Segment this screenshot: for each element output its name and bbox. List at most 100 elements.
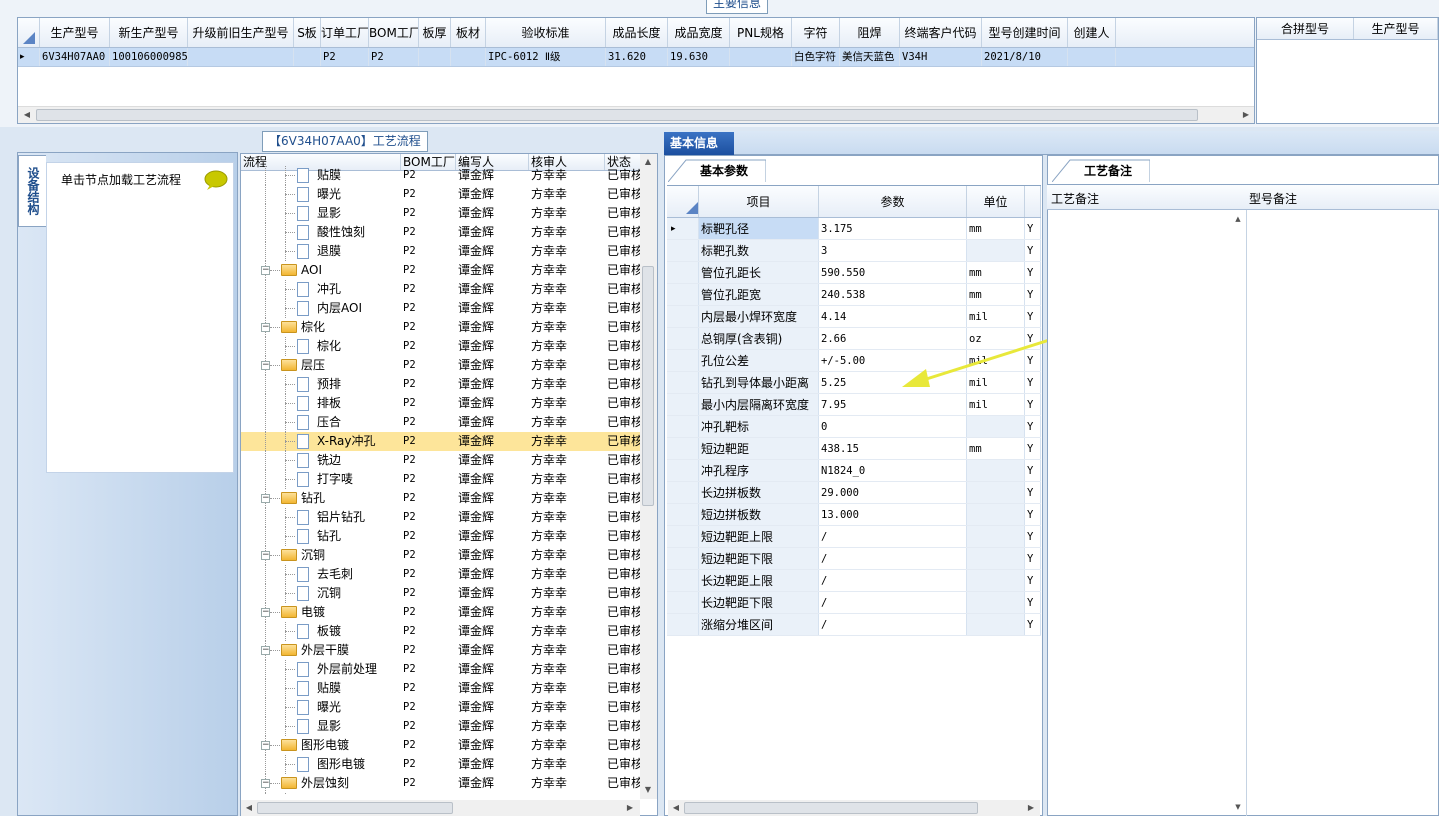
scroll-thumb[interactable] [36,109,1198,121]
param-flag-cell[interactable]: Y [1025,460,1041,481]
table-cell[interactable]: 2021/8/10 [982,48,1068,66]
scroll-thumb[interactable] [684,802,978,814]
param-row[interactable]: 最小内层隔离环宽度 7.95 mil Y [667,394,1041,416]
scroll-down-icon[interactable]: ▼ [1231,800,1245,814]
tree-node[interactable]: − 图形电镀 [241,736,401,755]
param-unit-cell[interactable]: mil [967,394,1025,415]
column-header[interactable]: 板厚 [419,18,451,47]
param-value-cell[interactable]: / [819,548,967,569]
tree-node[interactable]: 压合 [241,413,401,432]
param-row[interactable]: 管位孔距长 590.550 mm Y [667,262,1041,284]
param-row[interactable]: 长边靶距上限 / Y [667,570,1041,592]
tree-node[interactable]: 显影 [241,717,401,736]
collapse-icon[interactable]: − [261,323,270,332]
param-value-cell[interactable]: 3.175 [819,218,967,239]
tree-item-row[interactable]: 棕化 P2 谭金辉 方幸幸 已审核 [241,337,643,356]
tree-item-row[interactable]: 退膜 P2 谭金辉 方幸幸 已审核 [241,242,643,261]
table-cell[interactable]: 19.630 [668,48,730,66]
param-unit-cell[interactable] [967,416,1025,437]
tree-folder-row[interactable]: − 外层干膜 P2 谭金辉 方幸幸 已审核 [241,641,643,660]
table-cell[interactable]: 白色字符 [792,48,840,66]
table-cell[interactable] [1068,48,1116,66]
table-cell[interactable]: IPC-6012 Ⅱ级 [486,48,606,66]
param-row[interactable]: 长边靶距下限 / Y [667,592,1041,614]
param-unit-cell[interactable] [967,614,1025,635]
table-cell[interactable] [730,48,792,66]
tree-node[interactable]: 贴膜 [241,166,401,185]
param-flag-cell[interactable]: Y [1025,482,1041,503]
scroll-up-icon[interactable]: ▲ [1231,212,1245,226]
column-header[interactable]: 升级前旧生产型号 [188,18,294,47]
param-value-cell[interactable]: / [819,592,967,613]
table-cell[interactable]: 31.620 [606,48,668,66]
scroll-right-icon[interactable]: ▶ [1024,801,1038,815]
scroll-left-icon[interactable]: ◀ [242,801,256,815]
collapse-icon[interactable]: − [261,779,270,788]
param-value-cell[interactable]: N1824_0 [819,460,967,481]
tree-node[interactable]: − 外层蚀刻 [241,774,401,793]
table-cell[interactable]: P2 [321,48,369,66]
tree-item-row[interactable]: 显影 P2 谭金辉 方幸幸 已审核 [241,717,643,736]
tree-item-row[interactable]: 铝片钻孔 P2 谭金辉 方幸幸 已审核 [241,508,643,527]
tree-node[interactable]: − 外层干膜 [241,641,401,660]
tree-item-row[interactable]: 打字唛 P2 谭金辉 方幸幸 已审核 [241,470,643,489]
column-header[interactable]: 参数 [819,186,967,217]
tree-item-row[interactable]: 板镀 P2 谭金辉 方幸幸 已审核 [241,622,643,641]
tree-node[interactable]: 打字唛 [241,470,401,489]
param-unit-cell[interactable] [967,240,1025,261]
tree-item-row[interactable]: 冲孔 P2 谭金辉 方幸幸 已审核 [241,280,643,299]
param-value-cell[interactable]: 240.538 [819,284,967,305]
tree-folder-row[interactable]: − AOI P2 谭金辉 方幸幸 已审核 [241,261,643,280]
tree-folder-row[interactable]: − 沉铜 P2 谭金辉 方幸幸 已审核 [241,546,643,565]
param-flag-cell[interactable]: Y [1025,416,1041,437]
tree-node[interactable]: 图形电镀 [241,755,401,774]
tree-item-row[interactable]: 贴膜 P2 谭金辉 方幸幸 已审核 [241,166,643,185]
param-unit-cell[interactable]: mm [967,284,1025,305]
table-cell[interactable]: V34H [900,48,982,66]
tree-item-row[interactable]: 内层AOI P2 谭金辉 方幸幸 已审核 [241,299,643,318]
tree-item-row[interactable]: 去毛刺 P2 谭金辉 方幸幸 已审核 [241,565,643,584]
tree-node[interactable]: 退膜 [241,242,401,261]
main-info-tab[interactable]: 主要信息 [706,0,768,14]
tree-node[interactable]: 曝光 [241,185,401,204]
scroll-thumb[interactable] [642,266,654,506]
tree-item-row[interactable]: 显影 P2 谭金辉 方幸幸 已审核 [241,204,643,223]
param-flag-cell[interactable]: Y [1025,504,1041,525]
scroll-right-icon[interactable]: ▶ [1239,108,1253,122]
column-header[interactable]: 合拼型号 [1257,18,1354,39]
scroll-left-icon[interactable]: ◀ [669,801,683,815]
tab-basic-params[interactable]: 基本参数 [668,159,766,182]
tree-item-row[interactable]: 沉铜 P2 谭金辉 方幸幸 已审核 [241,584,643,603]
tree-node[interactable]: 酸性蚀刻 [241,223,401,242]
collapse-icon[interactable]: − [261,551,270,560]
param-row[interactable]: 短边靶距 438.15 mm Y [667,438,1041,460]
tree-item-row[interactable]: 图形电镀 P2 谭金辉 方幸幸 已审核 [241,755,643,774]
tree-node[interactable]: − 棕化 [241,318,401,337]
tree-item-row[interactable]: X-Ray冲孔 P2 谭金辉 方幸幸 已审核 [241,432,643,451]
param-row[interactable]: 管位孔距宽 240.538 mm Y [667,284,1041,306]
param-unit-cell[interactable] [967,526,1025,547]
column-header[interactable]: 字符 [792,18,840,47]
param-flag-cell[interactable]: Y [1025,526,1041,547]
tree-item-row[interactable]: 压合 P2 谭金辉 方幸幸 已审核 [241,413,643,432]
param-value-cell[interactable]: / [819,614,967,635]
param-flag-cell[interactable]: Y [1025,548,1041,569]
tab-basic-info[interactable]: 基本信息 [664,132,734,155]
tree-folder-row[interactable]: − 图形电镀 P2 谭金辉 方幸幸 已审核 [241,736,643,755]
tree-node[interactable]: 外层前处理 [241,660,401,679]
tree-node[interactable]: 显影 [241,204,401,223]
tree-node[interactable]: 预排 [241,375,401,394]
tree-node[interactable]: − 沉铜 [241,546,401,565]
param-flag-cell[interactable]: Y [1025,570,1041,591]
param-flag-cell[interactable]: Y [1025,614,1041,635]
param-row[interactable]: 短边靶距下限 / Y [667,548,1041,570]
scroll-left-icon[interactable]: ◀ [20,108,34,122]
column-header[interactable]: PNL规格 [730,18,792,47]
param-unit-cell[interactable]: mm [967,262,1025,283]
param-row[interactable]: 冲孔程序 N1824_0 Y [667,460,1041,482]
tree-item-row[interactable]: 预排 P2 谭金辉 方幸幸 已审核 [241,375,643,394]
tree-node[interactable]: 钻孔 [241,527,401,546]
tree-folder-row[interactable]: − 钻孔 P2 谭金辉 方幸幸 已审核 [241,489,643,508]
basic-params-hscrollbar[interactable]: ◀ ▶ [668,800,1040,816]
param-row[interactable]: 短边拼板数 13.000 Y [667,504,1041,526]
